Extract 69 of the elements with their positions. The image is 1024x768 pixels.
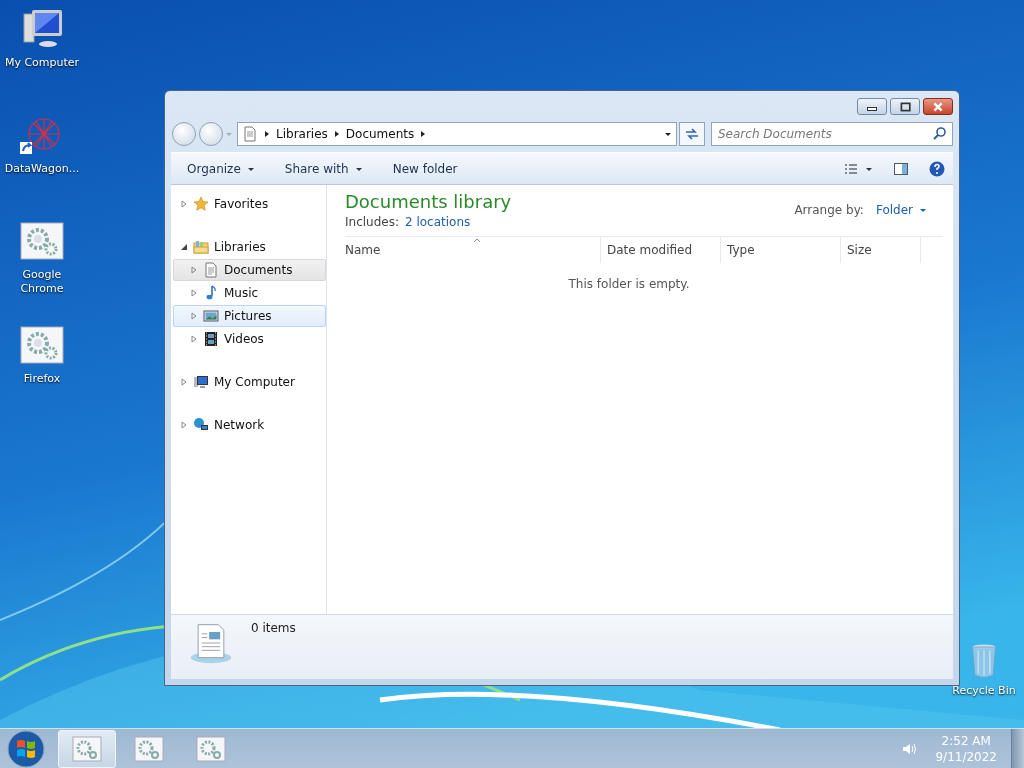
forward-button[interactable] xyxy=(199,122,223,146)
refresh-icon xyxy=(684,126,700,142)
toolbar-button[interactable]: New folder xyxy=(384,157,466,180)
nav-item[interactable]: Libraries xyxy=(173,236,326,258)
nav-item[interactable]: My Computer xyxy=(173,371,326,393)
dropdown-arrow-icon[interactable] xyxy=(664,130,672,138)
arrange-by-label: Arrange by: xyxy=(794,203,864,217)
column-header[interactable]: Date modified xyxy=(601,237,721,263)
gear-icon xyxy=(134,735,164,762)
nav-item[interactable]: Pictures xyxy=(173,305,326,327)
desktop-icon-label[interactable]: Google Chrome xyxy=(0,268,84,296)
toolbar-button[interactable]: Organize xyxy=(179,157,263,180)
refresh-button[interactable] xyxy=(679,122,705,146)
nav-item[interactable]: Music xyxy=(173,282,326,304)
nav-item[interactable]: Network xyxy=(173,414,326,436)
nav-item[interactable]: Videos xyxy=(173,328,326,350)
arrange-dropdown[interactable]: Folder xyxy=(875,203,943,217)
show-desktop-button[interactable] xyxy=(1011,728,1024,768)
item-count: 0 items xyxy=(251,621,296,635)
collapsed-arrow-icon[interactable] xyxy=(180,378,188,386)
maximize-icon xyxy=(899,100,911,113)
minimize-icon xyxy=(867,107,877,111)
includes-label: Includes: xyxy=(345,215,399,229)
caret-icon xyxy=(919,206,927,214)
collapsed-arrow-icon[interactable] xyxy=(190,312,198,320)
preview-pane-icon[interactable] xyxy=(893,160,909,177)
breadcrumb[interactable]: Documents xyxy=(345,127,415,141)
desktop-icon-label[interactable]: DataWagon... xyxy=(4,162,80,176)
collapsed-arrow-icon[interactable] xyxy=(190,335,198,343)
breadcrumb-arrow-icon[interactable] xyxy=(263,130,271,138)
breadcrumb[interactable]: Libraries xyxy=(276,127,328,141)
nav-item[interactable]: Favorites xyxy=(173,193,326,215)
search-field[interactable]: Search Documents xyxy=(711,122,953,146)
address-bar[interactable]: Libraries Documents xyxy=(237,122,677,146)
globe-icon xyxy=(193,417,209,433)
column-header[interactable]: Type xyxy=(721,237,841,263)
library-icon xyxy=(193,239,209,255)
collapsed-arrow-icon[interactable] xyxy=(190,266,198,274)
document-icon xyxy=(203,262,219,278)
search-icon[interactable] xyxy=(932,126,948,142)
locations-link[interactable]: 2 locations xyxy=(405,215,471,229)
close-icon xyxy=(932,100,944,113)
close-button[interactable] xyxy=(923,98,953,115)
toolbar-button[interactable]: Share with xyxy=(276,157,371,180)
collapsed-arrow-icon[interactable] xyxy=(180,421,188,429)
gear-icon xyxy=(196,735,226,762)
film-icon xyxy=(203,331,219,347)
library-title: Documents library xyxy=(345,191,512,212)
desktop-icon-label[interactable]: My Computer xyxy=(4,56,80,70)
desktop-icon-label[interactable]: Firefox xyxy=(23,372,61,386)
collapsed-arrow-icon[interactable] xyxy=(180,200,188,208)
collapsed-arrow-icon[interactable] xyxy=(190,289,198,297)
nav-item[interactable]: Documents xyxy=(173,259,326,281)
back-button[interactable] xyxy=(172,122,196,146)
help-icon[interactable] xyxy=(929,160,945,177)
expanded-arrow-icon[interactable] xyxy=(180,243,188,251)
minimize-button[interactable] xyxy=(857,98,887,115)
maximize-button[interactable] xyxy=(890,98,920,115)
start-button[interactable] xyxy=(6,728,46,768)
column-header[interactable]: Size xyxy=(841,237,921,263)
star-icon xyxy=(193,196,209,212)
empty-folder-message: This folder is empty. xyxy=(567,277,691,291)
taskbar-button[interactable] xyxy=(58,729,116,768)
gear-icon xyxy=(72,735,102,762)
picture-icon xyxy=(203,308,219,324)
breadcrumb-arrow-icon[interactable] xyxy=(332,130,341,138)
document-icon xyxy=(242,126,258,142)
computer-icon xyxy=(193,374,209,390)
column-header[interactable]: Name xyxy=(345,237,601,263)
